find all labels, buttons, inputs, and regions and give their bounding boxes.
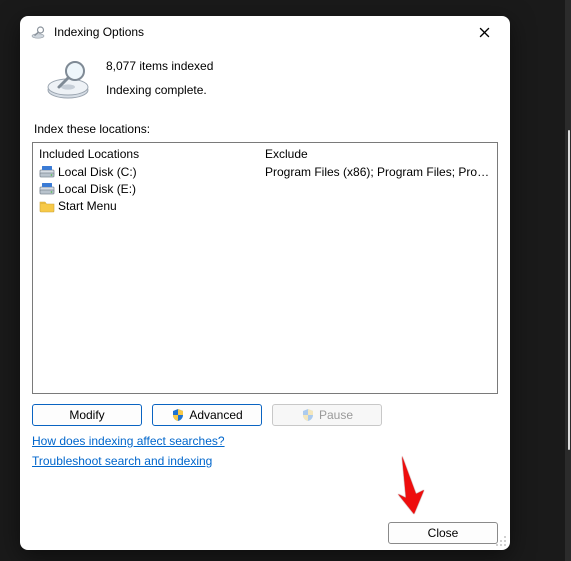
dialog-content: 8,077 items indexed Indexing complete. I… bbox=[20, 48, 510, 550]
pause-button: Pause bbox=[272, 404, 382, 426]
resize-grip-icon[interactable] bbox=[495, 535, 507, 547]
locations-list: Included Locations Exclude Local Disk (C… bbox=[32, 142, 498, 394]
close-icon bbox=[479, 27, 490, 38]
close-label: Close bbox=[428, 526, 459, 540]
indexed-count: 8,077 items indexed bbox=[106, 59, 213, 73]
status-section: 8,077 items indexed Indexing complete. bbox=[32, 48, 498, 112]
link-how-indexing[interactable]: How does indexing affect searches? bbox=[32, 434, 225, 448]
window-title: Indexing Options bbox=[54, 25, 464, 39]
advanced-label: Advanced bbox=[189, 408, 242, 422]
col-included: Included Locations bbox=[39, 147, 265, 161]
drive-icon bbox=[39, 164, 55, 180]
window-right-edge bbox=[565, 0, 571, 561]
folder-icon bbox=[39, 198, 55, 214]
close-button[interactable]: Close bbox=[388, 522, 498, 544]
link-troubleshoot[interactable]: Troubleshoot search and indexing bbox=[32, 454, 212, 468]
col-exclude: Exclude bbox=[265, 147, 491, 161]
shield-icon bbox=[171, 408, 185, 422]
shield-icon bbox=[301, 408, 315, 422]
drive-icon bbox=[39, 181, 55, 197]
location-exclude: Program Files (x86); Program Files; Prog… bbox=[265, 165, 491, 179]
titlebar: Indexing Options bbox=[20, 16, 510, 48]
location-name: Local Disk (C:) bbox=[58, 165, 265, 179]
indexing-status-text: Indexing complete. bbox=[106, 83, 213, 97]
pause-label: Pause bbox=[319, 408, 353, 422]
window-close-button[interactable] bbox=[464, 18, 504, 46]
modify-button[interactable]: Modify bbox=[32, 404, 142, 426]
indexing-app-icon bbox=[30, 24, 46, 40]
dialog-footer: Close bbox=[32, 518, 498, 544]
location-name: Start Menu bbox=[58, 199, 265, 213]
action-buttons: Modify Advanced bbox=[32, 404, 498, 426]
location-row[interactable]: Start Menu bbox=[39, 197, 491, 214]
location-row[interactable]: Local Disk (C:)Program Files (x86); Prog… bbox=[39, 163, 491, 180]
modify-label: Modify bbox=[69, 408, 104, 422]
location-row[interactable]: Local Disk (E:) bbox=[39, 180, 491, 197]
locations-label: Index these locations: bbox=[34, 122, 498, 136]
indexing-options-dialog: Indexing Options 8,077 items indexed bbox=[20, 16, 510, 550]
indexing-status-icon bbox=[44, 54, 92, 102]
help-links: How does indexing affect searches? Troub… bbox=[32, 434, 498, 468]
locations-header: Included Locations Exclude bbox=[33, 143, 497, 163]
location-name: Local Disk (E:) bbox=[58, 182, 265, 196]
advanced-button[interactable]: Advanced bbox=[152, 404, 262, 426]
